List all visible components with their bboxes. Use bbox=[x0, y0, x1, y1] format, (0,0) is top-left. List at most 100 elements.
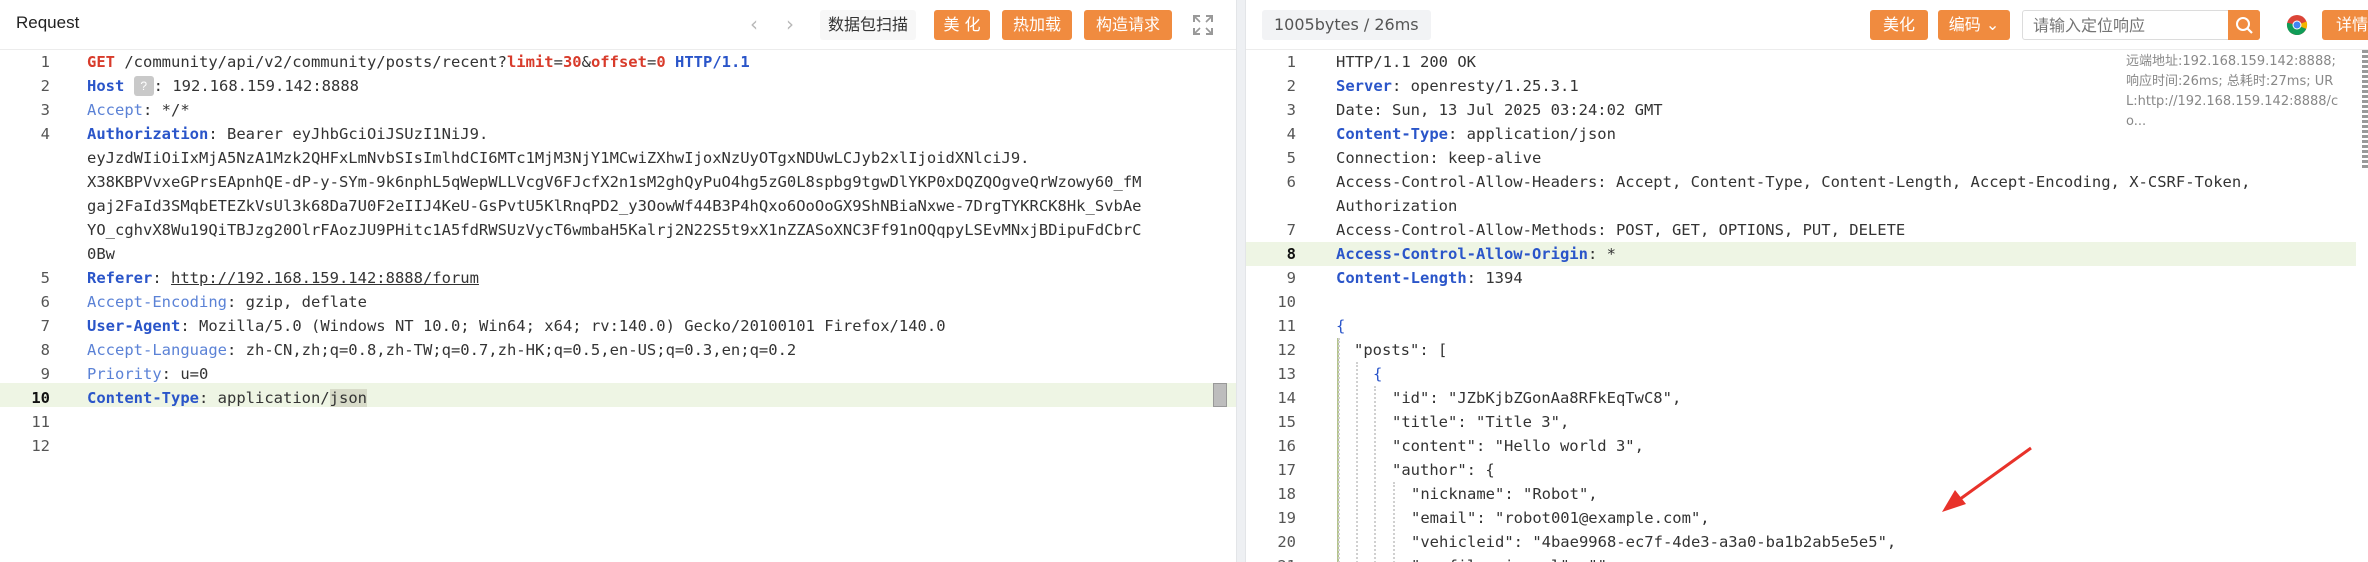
query-key: offset bbox=[590, 53, 647, 71]
header-key: Accept-Encoding bbox=[87, 293, 227, 311]
line-number: 5 bbox=[40, 269, 50, 287]
header-content-type: Content-Type: application/json bbox=[1336, 125, 1616, 143]
line-number: 18 bbox=[1277, 485, 1296, 503]
chevron-left-icon[interactable]: ‹ bbox=[750, 12, 758, 36]
packet-scan-button[interactable]: 数据包扫描 bbox=[820, 10, 917, 40]
header-acam: Access-Control-Allow-Methods: POST, GET,… bbox=[1336, 221, 1906, 239]
header-connection: Connection: keep-alive bbox=[1336, 149, 1542, 167]
search-icon[interactable] bbox=[2228, 10, 2260, 40]
request-editor[interactable]: 1 2 3 4 5 6 7 8 9 10 11 12 GET /communit… bbox=[0, 50, 1236, 562]
header-value-wrap: eyJzdWIiOiIxMjA5NzA1Mzk2QHFxLmNvbSIsImlh… bbox=[87, 149, 1030, 167]
line-number: 13 bbox=[1277, 365, 1296, 383]
header-value: */* bbox=[152, 101, 190, 119]
header-host: Host ?: 192.168.159.142:8888 bbox=[87, 76, 359, 96]
line-number: 17 bbox=[1277, 461, 1296, 479]
help-badge-icon[interactable]: ? bbox=[133, 76, 154, 96]
header-value: Mozilla/5.0 (Windows NT 10.0; Win64; x64… bbox=[189, 317, 946, 335]
header-value: gzip, deflate bbox=[236, 293, 367, 311]
encoding-label: 编码 bbox=[1948, 15, 1981, 34]
line-number: 11 bbox=[1277, 317, 1296, 335]
header-acah: Access-Control-Allow-Headers: Accept, Co… bbox=[1336, 173, 2251, 191]
expand-icon[interactable] bbox=[1192, 14, 1214, 36]
header-key: Accept bbox=[87, 101, 143, 119]
request-line: GET /community/api/v2/community/posts/re… bbox=[87, 53, 750, 71]
search-input[interactable] bbox=[2023, 11, 2237, 39]
response-toolbar: 1005bytes / 26ms 美化 编码 ⌄ 详情 bbox=[1246, 0, 2368, 50]
query-key: limit bbox=[506, 53, 554, 71]
line-number: 1 bbox=[40, 53, 50, 71]
header-value-wrap: X38KBPVvxeGPrsEApnhQE-dP-y-SYm-9k6nphL5q… bbox=[87, 173, 1142, 191]
line-number: 20 bbox=[1277, 533, 1296, 551]
header-key: Content-Length bbox=[1336, 269, 1467, 287]
status-line: HTTP/1.1 200 OK bbox=[1336, 53, 1476, 71]
json-brace: { bbox=[1336, 317, 1346, 335]
header-key: Priority bbox=[87, 365, 162, 383]
header-content-type: Content-Type: application/json bbox=[87, 389, 367, 407]
construct-request-button[interactable]: 构造请求 bbox=[1084, 10, 1172, 40]
header-user-agent: User-Agent: Mozilla/5.0 (Windows NT 10.0… bbox=[87, 317, 946, 335]
pane-divider[interactable] bbox=[1236, 0, 1246, 562]
header-key: Authorization bbox=[87, 125, 209, 143]
header-value: application/json bbox=[1457, 125, 1616, 143]
json-vehicleid: "vehicleid": "4bae9968-ec7f-4de3-a3a0-ba… bbox=[1411, 533, 1897, 551]
query-value: 0 bbox=[656, 53, 666, 71]
line-number: 7 bbox=[40, 317, 50, 335]
encoding-dropdown[interactable]: 编码 ⌄ bbox=[1938, 10, 2010, 40]
line-number: 3 bbox=[40, 101, 50, 119]
referer-link[interactable]: http://192.168.159.142:8888/forum bbox=[171, 269, 479, 287]
line-number: 16 bbox=[1277, 437, 1296, 455]
header-value-wrap: YO_cghvX8Wu19QiTBJzg20OlrFAozJU9PHitc1A5… bbox=[87, 221, 1142, 239]
line-number: 5 bbox=[1286, 149, 1296, 167]
locate-response-search[interactable] bbox=[2022, 10, 2238, 40]
header-value: * bbox=[1597, 245, 1616, 263]
http-protocol: HTTP/1.1 bbox=[675, 53, 750, 71]
line-number: 14 bbox=[1277, 389, 1296, 407]
response-editor[interactable]: 1 2 3 4 5 6 7 8 9 10 11 12 13 14 15 16 1… bbox=[1246, 50, 2368, 562]
header-key: Accept-Language bbox=[87, 341, 227, 359]
line-number: 8 bbox=[40, 341, 50, 359]
request-toolbar: Request ‹ › 数据包扫描 美 化 热加载 构造请求 bbox=[0, 0, 1236, 50]
indent-guide bbox=[1338, 338, 1340, 562]
line-number: 9 bbox=[1286, 269, 1296, 287]
header-authorization: Authorization: Bearer eyJhbGciOiJSUzI1Ni… bbox=[87, 125, 489, 143]
json-id: "id": "JZbKjbZGonAa8RFkEqTwC8", bbox=[1392, 389, 1682, 407]
response-beautify-button[interactable]: 美化 bbox=[1870, 10, 1928, 40]
header-referer: Referer: http://192.168.159.142:8888/for… bbox=[87, 269, 479, 287]
line-number: 8 bbox=[1286, 245, 1296, 263]
header-value-wrap: 0Bw bbox=[87, 245, 115, 263]
header-acao: Access-Control-Allow-Origin: * bbox=[1336, 245, 1616, 263]
line-number: 3 bbox=[1286, 101, 1296, 119]
header-key: Referer bbox=[87, 269, 153, 287]
json-posts-key: "posts": [ bbox=[1354, 341, 1448, 359]
json-content: "content": "Hello world 3", bbox=[1392, 437, 1644, 455]
header-accept-encoding: Accept-Encoding: gzip, deflate bbox=[87, 293, 367, 311]
details-button[interactable]: 详情 bbox=[2322, 10, 2368, 40]
json-partial-line: "profile_pic_url": "", bbox=[1411, 554, 1616, 562]
header-key: Access-Control-Allow-Origin bbox=[1336, 245, 1588, 263]
line-number: 10 bbox=[1277, 293, 1296, 311]
hot-load-button[interactable]: 热加载 bbox=[1002, 10, 1072, 40]
line-number: 6 bbox=[1286, 173, 1296, 191]
indent-guide bbox=[1356, 362, 1358, 562]
response-size-time: 1005bytes / 26ms bbox=[1262, 10, 1431, 40]
header-key: User-Agent bbox=[87, 317, 181, 335]
line-number: 2 bbox=[1286, 77, 1296, 95]
json-brace: { bbox=[1373, 365, 1383, 383]
beautify-button[interactable]: 美 化 bbox=[934, 10, 990, 40]
chevron-right-icon[interactable]: › bbox=[786, 12, 794, 36]
line-number: 19 bbox=[1277, 509, 1296, 527]
request-title: Request bbox=[16, 13, 80, 32]
json-title: "title": "Title 3", bbox=[1392, 413, 1570, 431]
chrome-icon[interactable] bbox=[2286, 14, 2308, 36]
header-value: 192.168.159.142:8888 bbox=[163, 77, 359, 95]
header-accept: Accept: */* bbox=[87, 101, 190, 119]
line-number: 15 bbox=[1277, 413, 1296, 431]
header-value: Bearer eyJhbGciOiJSUzI1NiJ9. bbox=[217, 125, 489, 143]
header-server: Server: openresty/1.25.3.1 bbox=[1336, 77, 1579, 95]
line-number: 11 bbox=[31, 413, 50, 431]
header-value: openresty/1.25.3.1 bbox=[1401, 77, 1579, 95]
header-key: Host bbox=[87, 77, 125, 95]
json-email: "email": "robot001@example.com", bbox=[1411, 509, 1710, 527]
line-number: 12 bbox=[1277, 341, 1296, 359]
scroll-marker[interactable] bbox=[1213, 383, 1227, 407]
